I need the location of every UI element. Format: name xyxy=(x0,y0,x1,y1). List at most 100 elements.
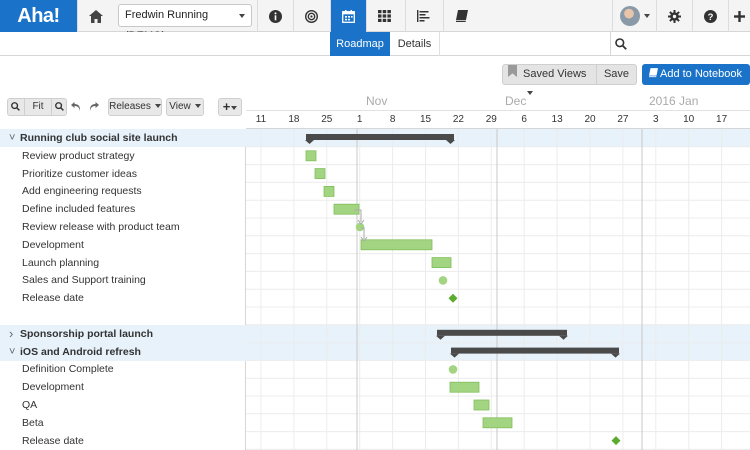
chevron-down-icon xyxy=(643,14,650,18)
release-row[interactable]: ˅ Running club social site launch xyxy=(0,129,246,147)
zoom-in-icon[interactable] xyxy=(55,102,64,111)
feature-row[interactable]: Development xyxy=(0,378,246,396)
notebook-icon xyxy=(455,9,468,22)
chevron-down-icon[interactable]: ˅ xyxy=(9,129,15,147)
milestone-dot xyxy=(438,276,448,285)
week-label: 18 xyxy=(288,114,300,125)
help-button[interactable]: ? xyxy=(692,0,728,32)
notebook-icon xyxy=(649,68,658,78)
home-icon xyxy=(88,9,103,23)
chevron-down-icon xyxy=(231,105,238,110)
gantt-chart xyxy=(246,129,750,450)
feature-bar xyxy=(360,239,433,251)
month-header: Nov Dec 2016 Jan xyxy=(246,92,750,111)
add-to-notebook-button[interactable]: Add to Notebook xyxy=(642,64,750,98)
week-label: 11 xyxy=(255,114,267,125)
spacer-row xyxy=(0,307,246,325)
week-label: 27 xyxy=(617,114,629,125)
redo-icon[interactable] xyxy=(89,102,99,111)
avatar xyxy=(619,6,640,26)
feature-bar xyxy=(473,399,490,411)
workspace-select[interactable]: Fredwin Running (DEMO) xyxy=(118,4,252,42)
month-label: Nov xyxy=(366,94,388,108)
tab-roadmap[interactable]: Roadmap xyxy=(330,32,390,56)
feature-row[interactable]: Review product strategy xyxy=(0,147,246,165)
row-label: Define included features xyxy=(22,203,136,216)
feature-row[interactable]: Development xyxy=(0,236,246,254)
add-item-dropdown[interactable]: + xyxy=(218,98,242,116)
save-button[interactable]: Save xyxy=(597,64,637,85)
row-label: QA xyxy=(22,399,38,411)
roadmap-button[interactable] xyxy=(330,0,366,32)
chevron-down-icon[interactable]: ˅ xyxy=(9,343,15,361)
row-label: Definition Complete xyxy=(22,363,114,376)
feature-row[interactable]: Review release with product team xyxy=(0,218,246,236)
add-to-notebook-label: Add to Notebook xyxy=(660,68,742,80)
chevron-down-icon xyxy=(239,14,245,18)
search-input[interactable] xyxy=(610,32,750,56)
release-row[interactable]: › Sponsorship portal launch xyxy=(0,324,246,343)
row-label: iOS and Android refresh xyxy=(20,345,141,358)
saved-views-label: Saved Views xyxy=(523,68,587,80)
calendar-icon xyxy=(342,9,355,23)
feature-row[interactable]: Sales and Support training xyxy=(0,271,246,289)
feature-row[interactable]: Release date xyxy=(0,289,246,307)
saved-views-dropdown[interactable]: Saved Views xyxy=(502,64,597,96)
grid-icon xyxy=(378,10,391,22)
week-label: 8 xyxy=(389,114,396,125)
row-label: Prioritize customer ideas xyxy=(22,167,137,180)
view-dropdown[interactable]: View xyxy=(166,98,204,116)
release-summary-bar xyxy=(437,329,567,336)
row-label: Beta xyxy=(22,416,44,429)
feature-row[interactable]: Definition Complete xyxy=(0,360,246,378)
row-label: Review release with product team xyxy=(22,221,180,233)
features-button[interactable] xyxy=(366,0,402,32)
release-row[interactable]: ˅ iOS and Android refresh xyxy=(0,342,246,361)
list-icon xyxy=(417,10,430,22)
releases-dropdown[interactable]: Releases xyxy=(108,98,162,116)
settings-button[interactable] xyxy=(656,0,692,32)
week-label: 13 xyxy=(551,114,563,125)
bookmark-icon xyxy=(508,65,517,77)
reports-button[interactable] xyxy=(405,0,441,32)
undo-icon[interactable] xyxy=(71,102,81,111)
strategy-button[interactable] xyxy=(293,0,329,32)
feature-row[interactable]: Beta xyxy=(0,414,246,432)
help-icon: ? xyxy=(704,9,717,23)
user-menu[interactable] xyxy=(612,0,656,32)
release-summary-bar xyxy=(451,347,619,354)
chevron-right-icon[interactable]: › xyxy=(9,325,13,343)
week-label: 15 xyxy=(419,114,432,125)
fit-button[interactable]: Fit xyxy=(24,99,52,115)
info-button[interactable] xyxy=(257,0,293,32)
feature-row[interactable]: Define included features xyxy=(0,200,246,218)
tab-details[interactable]: Details xyxy=(390,32,440,56)
feature-row[interactable]: Prioritize customer ideas xyxy=(0,165,246,183)
week-label: 1 xyxy=(356,114,363,125)
notebooks-button[interactable] xyxy=(443,0,479,32)
feature-list: ˅ Running club social site launch Review p… xyxy=(0,129,246,450)
release-date-diamond xyxy=(611,436,621,446)
feature-row[interactable]: Launch planning xyxy=(0,254,246,272)
info-icon xyxy=(269,9,282,23)
feature-row[interactable]: QA xyxy=(0,396,246,414)
feature-row[interactable]: Add engineering requests xyxy=(0,182,246,200)
release-summary-bar xyxy=(306,134,454,140)
home-button[interactable] xyxy=(77,0,113,32)
target-icon xyxy=(305,9,318,23)
week-label: 22 xyxy=(452,114,464,125)
release-date-diamond xyxy=(448,293,458,303)
feature-row[interactable]: Release date xyxy=(0,432,246,450)
zoom-out-icon[interactable] xyxy=(11,102,20,111)
svg-text:?: ? xyxy=(708,12,714,23)
add-button[interactable] xyxy=(728,0,750,32)
aha-logo[interactable]: Aha! xyxy=(0,0,77,32)
week-header: 11 18 25 1 8 15 22 29 6 13 20 27 3 10 17 xyxy=(246,111,750,129)
chevron-down-icon xyxy=(194,104,201,109)
feature-bar xyxy=(314,168,326,179)
chevron-down-icon xyxy=(154,104,161,109)
week-label: 20 xyxy=(584,114,596,125)
search-icon xyxy=(615,38,627,50)
plus-icon xyxy=(734,10,745,22)
feature-bar xyxy=(449,381,480,393)
